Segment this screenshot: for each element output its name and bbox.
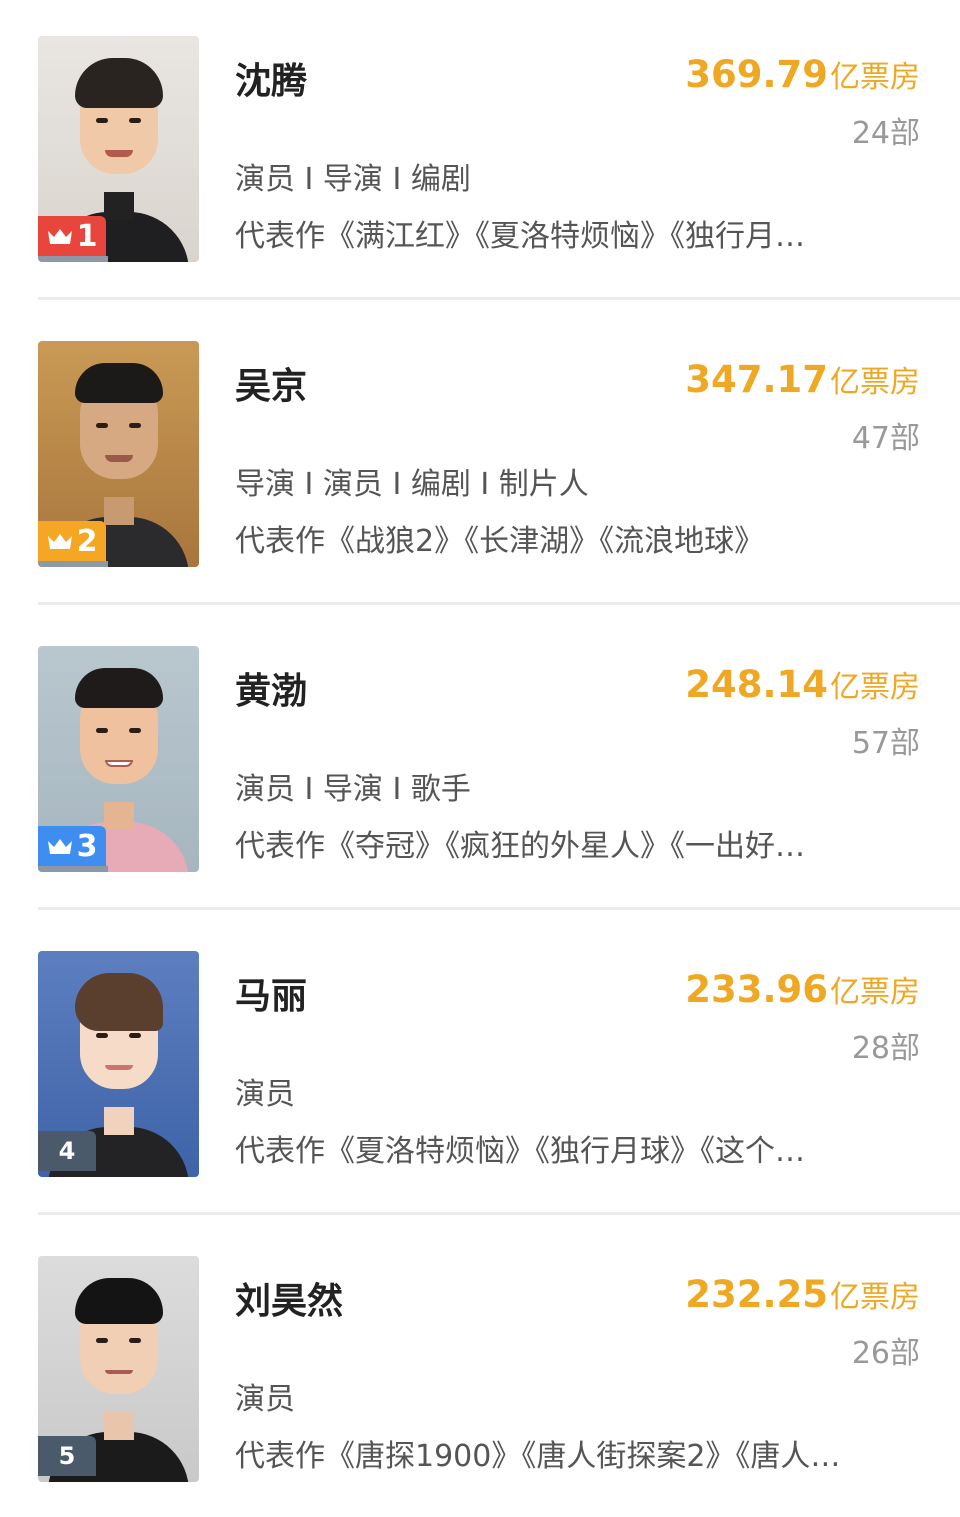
representative-works: 代表作《夺冠》《疯狂的外星人》《一出好…	[235, 829, 805, 864]
avatar[interactable]: 5	[38, 1256, 199, 1482]
rank-number: 2	[76, 523, 98, 559]
person-name: 刘昊然	[235, 1281, 344, 1322]
representative-works: 代表作《唐探1900》《唐人街探案2》《唐人…	[235, 1439, 841, 1474]
box-office: 232.25亿票房	[685, 1272, 920, 1316]
box-office: 248.14亿票房	[685, 662, 920, 706]
box-office: 347.17亿票房	[685, 357, 920, 401]
roles: 演员	[235, 1077, 295, 1112]
person-name: 黄渤	[235, 671, 308, 712]
representative-works: 代表作《战狼2》《长津湖》《流浪地球》	[235, 524, 765, 559]
rank-number: 3	[76, 828, 98, 864]
box-office-value: 248.14	[685, 663, 828, 706]
crown-icon	[47, 229, 72, 244]
rank-number: 5	[58, 1442, 76, 1470]
box-office-value: 369.79	[685, 53, 828, 96]
film-count: 26部	[851, 1336, 920, 1371]
box-office-value: 233.96	[685, 968, 828, 1011]
film-count: 47部	[851, 421, 920, 456]
list-item[interactable]: 1 沈腾 369.79亿票房 24部 演员 I 导演 I 编剧 代表作《满江红》…	[0, 0, 960, 305]
film-count: 57部	[851, 726, 920, 761]
avatar[interactable]: 4	[38, 951, 199, 1177]
avatar[interactable]: 2	[38, 341, 199, 567]
box-office-value: 347.17	[685, 358, 828, 401]
box-office-unit: 亿票房	[830, 975, 920, 1010]
avatar[interactable]: 1	[38, 36, 199, 262]
box-office: 233.96亿票房	[685, 967, 920, 1011]
representative-works: 代表作《夏洛特烦恼》《独行月球》《这个…	[235, 1134, 805, 1169]
person-name: 吴京	[235, 366, 308, 407]
rank-number: 4	[58, 1137, 76, 1165]
box-office: 369.79亿票房	[685, 52, 920, 96]
film-count: 28部	[851, 1031, 920, 1066]
rank-badge: 5	[38, 1436, 96, 1476]
list-item[interactable]: 4 马丽 233.96亿票房 28部 演员 代表作《夏洛特烦恼》《独行月球》《这…	[0, 915, 960, 1220]
list-item[interactable]: 3 黄渤 248.14亿票房 57部 演员 I 导演 I 歌手 代表作《夺冠》《…	[0, 610, 960, 915]
film-count: 24部	[851, 116, 920, 151]
crown-icon	[47, 534, 72, 549]
rank-badge: 1	[38, 216, 106, 256]
rank-badge: 2	[38, 521, 106, 561]
divider	[38, 602, 960, 605]
list-item[interactable]: 5 刘昊然 232.25亿票房 26部 演员 代表作《唐探1900》《唐人街探案…	[0, 1220, 960, 1517]
roles: 演员 I 导演 I 歌手	[235, 772, 471, 807]
representative-works: 代表作《满江红》《夏洛特烦恼》《独行月…	[235, 219, 805, 254]
roles: 演员	[235, 1382, 295, 1417]
person-name: 沈腾	[235, 61, 308, 102]
divider	[38, 1212, 960, 1215]
box-office-unit: 亿票房	[830, 365, 920, 400]
box-office-value: 232.25	[685, 1273, 828, 1316]
person-name: 马丽	[235, 976, 308, 1017]
box-office-unit: 亿票房	[830, 60, 920, 95]
box-office-unit: 亿票房	[830, 670, 920, 705]
list-item[interactable]: 2 吴京 347.17亿票房 47部 导演 I 演员 I 编剧 I 制片人 代表…	[0, 305, 960, 610]
rank-number: 1	[76, 218, 98, 254]
rank-badge: 3	[38, 826, 106, 866]
divider	[38, 907, 960, 910]
roles: 演员 I 导演 I 编剧	[235, 162, 471, 197]
rank-badge: 4	[38, 1131, 96, 1171]
box-office-unit: 亿票房	[830, 1280, 920, 1315]
roles: 导演 I 演员 I 编剧 I 制片人	[235, 467, 589, 502]
crown-icon	[47, 839, 72, 854]
avatar[interactable]: 3	[38, 646, 199, 872]
divider	[38, 297, 960, 300]
